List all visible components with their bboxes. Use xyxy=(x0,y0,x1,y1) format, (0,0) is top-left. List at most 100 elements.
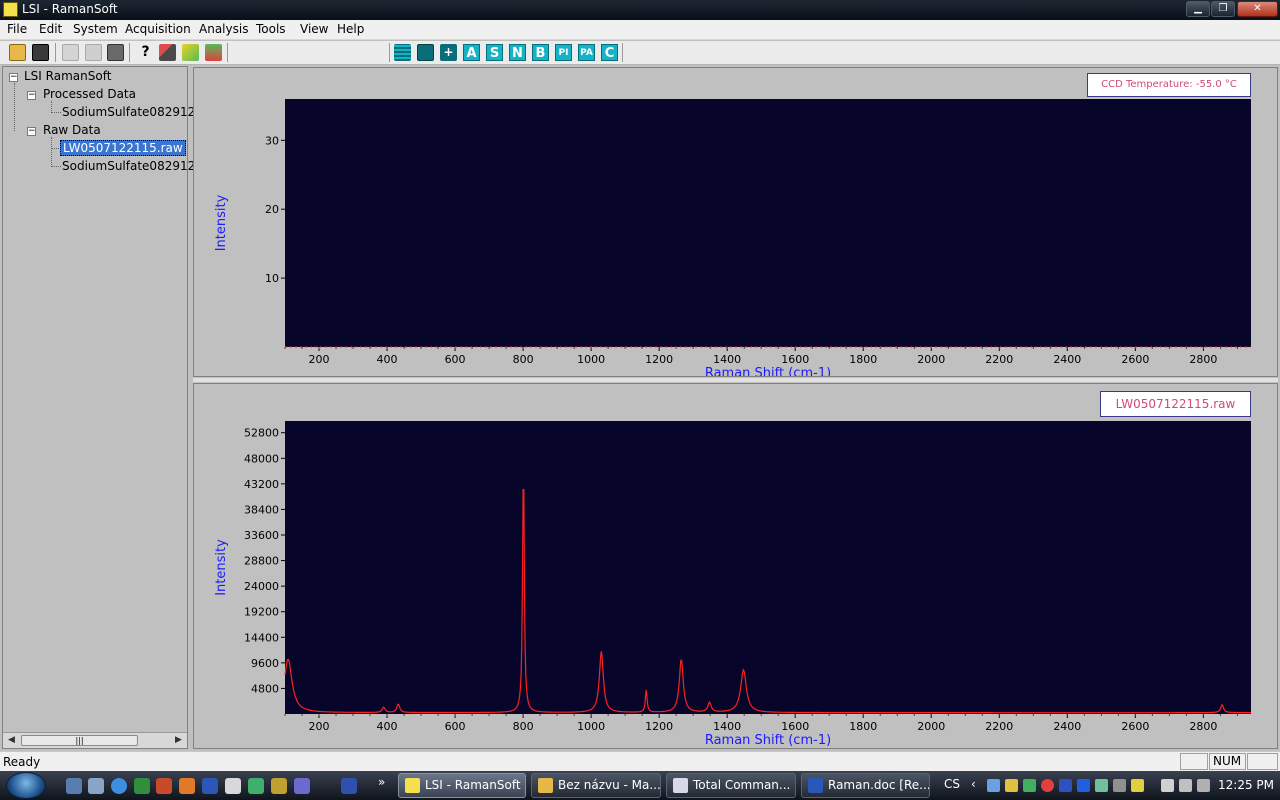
collapse-icon[interactable]: − xyxy=(27,91,36,100)
collapse-icon[interactable]: − xyxy=(9,73,18,82)
x-axis-label: Raman Shift (cm-1) xyxy=(705,366,831,376)
task-ramansoft[interactable]: LSI - RamanSoft xyxy=(398,773,526,798)
quicklaunch-overflow[interactable]: » xyxy=(378,775,385,789)
tool-n-button[interactable]: N xyxy=(509,44,526,61)
raman-icon[interactable] xyxy=(182,44,199,61)
switch-windows-icon[interactable] xyxy=(88,778,104,794)
grid-icon[interactable] xyxy=(394,44,411,61)
x-tick-label: 1400 xyxy=(713,353,741,366)
copy-icon[interactable] xyxy=(62,44,79,61)
tree-processed-data[interactable]: Processed Data xyxy=(43,87,136,101)
start-button[interactable] xyxy=(6,772,46,799)
scroll-thumb[interactable]: ||| xyxy=(21,735,138,746)
x-tick-label: 2200 xyxy=(985,353,1013,366)
tray-icon[interactable] xyxy=(1095,779,1108,792)
tree-root[interactable]: LSI RamanSoft xyxy=(24,69,111,83)
y-tick-label: 52800 xyxy=(244,427,279,440)
menu-system[interactable]: System xyxy=(73,22,118,36)
tray-icon[interactable] xyxy=(1131,779,1144,792)
tray-icon[interactable] xyxy=(1023,779,1036,792)
tree-item-raw-selected[interactable]: LW0507122115.raw xyxy=(60,140,186,156)
title-bar: LSI - RamanSoft ▁ ❐ ✕ xyxy=(0,0,1280,20)
toolbar-separator xyxy=(55,43,56,62)
minimize-button[interactable]: ▁ xyxy=(1186,1,1210,17)
ccd-temperature-label: CCD Temperature: -55.0 °C xyxy=(1087,73,1251,97)
tool-c-button[interactable]: C xyxy=(601,44,618,61)
menu-view[interactable]: View xyxy=(300,22,328,36)
status-bar: Ready NUM xyxy=(0,751,1280,771)
acquire-icon[interactable] xyxy=(205,44,222,61)
menu-acquisition[interactable]: Acquisition xyxy=(125,22,191,36)
app3-icon[interactable] xyxy=(248,778,264,794)
paint-icon xyxy=(538,778,553,793)
menu-file[interactable]: File xyxy=(7,22,27,36)
task-word-document[interactable]: Raman.doc [Re... xyxy=(801,773,930,798)
tree-raw-data[interactable]: Raw Data xyxy=(43,123,101,137)
open-folder-icon[interactable] xyxy=(9,44,26,61)
help-icon[interactable]: ? xyxy=(137,44,154,61)
zoom-icon[interactable] xyxy=(417,44,434,61)
x-tick-label: 1400 xyxy=(713,720,741,733)
tool-pa-button[interactable]: PA xyxy=(578,44,595,61)
menu-help[interactable]: Help xyxy=(337,22,364,36)
tool-b-button[interactable]: B xyxy=(532,44,549,61)
tool-a-button[interactable]: A xyxy=(463,44,480,61)
tree-item-raw[interactable]: SodiumSulfate08291223 xyxy=(62,159,211,173)
save-icon[interactable] xyxy=(32,44,49,61)
toolbar-separator xyxy=(129,43,130,62)
x-tick-label: 400 xyxy=(377,353,398,366)
collapse-icon[interactable]: − xyxy=(27,127,36,136)
app5-icon[interactable] xyxy=(294,778,310,794)
data-tree[interactable]: − LSI RamanSoft − Processed Data SodiumS… xyxy=(2,66,211,749)
x-tick-label: 600 xyxy=(445,720,466,733)
top-chart[interactable]: 10 20 30 200 400 600 800 1000 1200 1400 1600 1800 20… xyxy=(194,68,1277,381)
status-cell-empty xyxy=(1180,753,1208,770)
tray-icon[interactable] xyxy=(987,779,1000,792)
menu-edit[interactable]: Edit xyxy=(39,22,62,36)
network-icon[interactable] xyxy=(1161,779,1174,792)
tray-expand-icon[interactable]: ‹ xyxy=(971,777,976,791)
panel-splitter[interactable] xyxy=(193,378,1278,382)
x-axis-label: Raman Shift (cm-1) xyxy=(705,733,831,748)
task-total-commander[interactable]: Total Comman... xyxy=(666,773,796,798)
close-button[interactable]: ✕ xyxy=(1237,1,1278,17)
task-paint[interactable]: Bez názvu - Ma... xyxy=(531,773,661,798)
outlook-icon[interactable] xyxy=(179,778,195,794)
spectrum-chart[interactable]: 4800 9600 14400 19200 24000 28800 33600 38400 43… xyxy=(194,384,1277,748)
tray-icon[interactable] xyxy=(1005,779,1018,792)
tool-pi-button[interactable]: PI xyxy=(555,44,572,61)
save-disk-icon[interactable] xyxy=(341,778,357,794)
tray-icon[interactable] xyxy=(1059,779,1072,792)
tray-icon[interactable] xyxy=(1041,779,1054,792)
tray-icon[interactable] xyxy=(1113,779,1126,792)
scroll-right-icon[interactable]: ▶ xyxy=(175,735,182,745)
app4-icon[interactable] xyxy=(271,778,287,794)
ruler-icon[interactable] xyxy=(159,44,176,61)
print-icon[interactable] xyxy=(107,44,124,61)
tool-s-button[interactable]: S xyxy=(486,44,503,61)
menu-tools[interactable]: Tools xyxy=(256,22,286,36)
paste-icon[interactable] xyxy=(85,44,102,61)
y-tick-label: 28800 xyxy=(244,555,279,568)
word-icon[interactable] xyxy=(202,778,218,794)
excel-icon[interactable] xyxy=(134,778,150,794)
maximize-button[interactable]: ❐ xyxy=(1211,1,1235,17)
tray-icon[interactable] xyxy=(1179,779,1192,792)
app2-icon[interactable] xyxy=(225,778,241,794)
x-tick-label: 2400 xyxy=(1053,720,1081,733)
volume-icon[interactable] xyxy=(1197,779,1210,792)
show-desktop-icon[interactable] xyxy=(66,778,82,794)
tree-item-processed[interactable]: SodiumSulfate08291223 xyxy=(62,105,211,119)
crosshair-icon[interactable]: + xyxy=(440,44,457,61)
y-axis-label: Intensity xyxy=(214,194,229,251)
language-indicator[interactable]: CS xyxy=(944,777,960,791)
ie-icon[interactable] xyxy=(111,778,127,794)
clock[interactable]: 12:25 PM xyxy=(1218,778,1274,792)
x-tick-label: 2000 xyxy=(917,720,945,733)
scroll-left-icon[interactable]: ◀ xyxy=(8,735,15,745)
y-tick-label: 43200 xyxy=(244,478,279,491)
tray-icon[interactable] xyxy=(1077,779,1090,792)
tree-horizontal-scrollbar[interactable]: ◀ ||| ▶ xyxy=(3,732,187,748)
menu-analysis[interactable]: Analysis xyxy=(199,22,248,36)
app-icon[interactable] xyxy=(156,778,172,794)
